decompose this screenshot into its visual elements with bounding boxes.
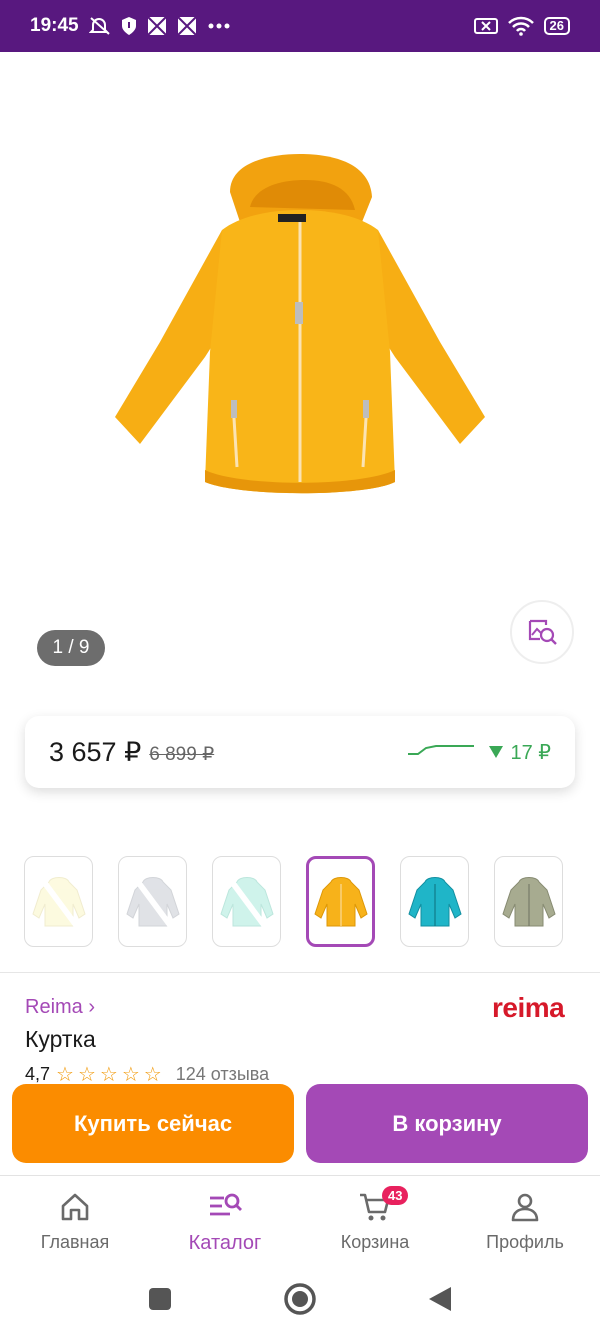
- nav-item-cart[interactable]: 43 Корзина: [300, 1176, 450, 1265]
- unavailable-strike: [25, 857, 92, 946]
- color-thumb-mint[interactable]: [212, 856, 281, 947]
- catalog-search-icon: [210, 1193, 242, 1216]
- image-search-icon: [528, 619, 557, 645]
- price-trend-line: [408, 745, 475, 755]
- app-icon: [176, 16, 197, 36]
- price-history[interactable]: 17 ₽: [406, 740, 551, 765]
- price-card[interactable]: 3 657 ₽ 6 899 ₽ 17 ₽: [25, 716, 575, 788]
- profile-icon: [511, 1193, 539, 1222]
- home-icon: [61, 1193, 89, 1221]
- cart-badge: 43: [382, 1186, 409, 1205]
- battery-indicator: 26: [543, 17, 570, 35]
- nav-label-profile: Профиль: [486, 1232, 564, 1252]
- color-variants: [24, 856, 584, 948]
- jacket-thumb-icon: [407, 876, 462, 926]
- brand-logo[interactable]: reima: [492, 992, 565, 1024]
- price-drop: 17 ₽: [488, 740, 551, 765]
- unavailable-strike: [213, 857, 280, 946]
- system-navigation: [0, 1265, 600, 1332]
- price-drop-value: 17 ₽: [510, 741, 551, 764]
- status-bar: 19:45 26: [0, 0, 600, 52]
- unavailable-strike: [119, 857, 186, 946]
- product-gallery[interactable]: 1 / 9: [0, 52, 600, 692]
- arrow-down-icon: [489, 746, 504, 758]
- nav-item-catalog[interactable]: Каталог: [150, 1176, 300, 1265]
- buy-now-button[interactable]: Купить сейчас: [12, 1084, 294, 1163]
- image-search-button[interactable]: [510, 600, 574, 664]
- status-icons-left: [88, 16, 231, 36]
- add-to-cart-button[interactable]: В корзину: [306, 1084, 588, 1163]
- image-counter: 1 / 9: [37, 630, 105, 666]
- color-thumb-yellow[interactable]: [306, 856, 375, 947]
- nav-item-home[interactable]: Главная: [0, 1176, 150, 1265]
- no-sim-icon: [473, 18, 498, 34]
- old-price: 6 899 ₽: [149, 743, 215, 765]
- nav-label-home: Главная: [40, 1232, 110, 1252]
- status-icons-right: 26: [473, 16, 570, 36]
- color-thumb-grey[interactable]: [118, 856, 187, 947]
- jacket-thumb-icon: [313, 876, 368, 926]
- back-button[interactable]: [427, 1285, 453, 1313]
- more-icon: [208, 23, 230, 29]
- wifi-icon: [507, 16, 534, 36]
- nav-item-profile[interactable]: Профиль: [450, 1176, 600, 1265]
- status-time: 19:45: [30, 15, 79, 36]
- bottom-navigation: Главная Каталог 43 Корзина Профиль: [0, 1175, 600, 1265]
- jacket-thumb-icon: [501, 876, 556, 926]
- rating-value: 4,7: [25, 1064, 51, 1084]
- brand-link[interactable]: Reima ›: [25, 996, 95, 1019]
- mute-icon: [88, 17, 110, 35]
- nav-label-cart: Корзина: [340, 1232, 410, 1252]
- reviews-count[interactable]: 124 отзыва: [176, 1064, 269, 1085]
- nav-label-catalog: Каталог: [188, 1232, 262, 1254]
- color-thumb-light-yellow[interactable]: [24, 856, 93, 947]
- product-image: [115, 154, 485, 494]
- current-price: 3 657 ₽: [49, 736, 142, 767]
- color-thumb-khaki[interactable]: [494, 856, 563, 947]
- divider: [0, 972, 600, 973]
- shield-icon: [121, 17, 136, 35]
- home-button[interactable]: [283, 1282, 317, 1316]
- product-title: Куртка: [25, 1026, 96, 1052]
- app-icon: [146, 16, 167, 36]
- color-thumb-turquoise[interactable]: [400, 856, 469, 947]
- recents-button[interactable]: [147, 1286, 173, 1312]
